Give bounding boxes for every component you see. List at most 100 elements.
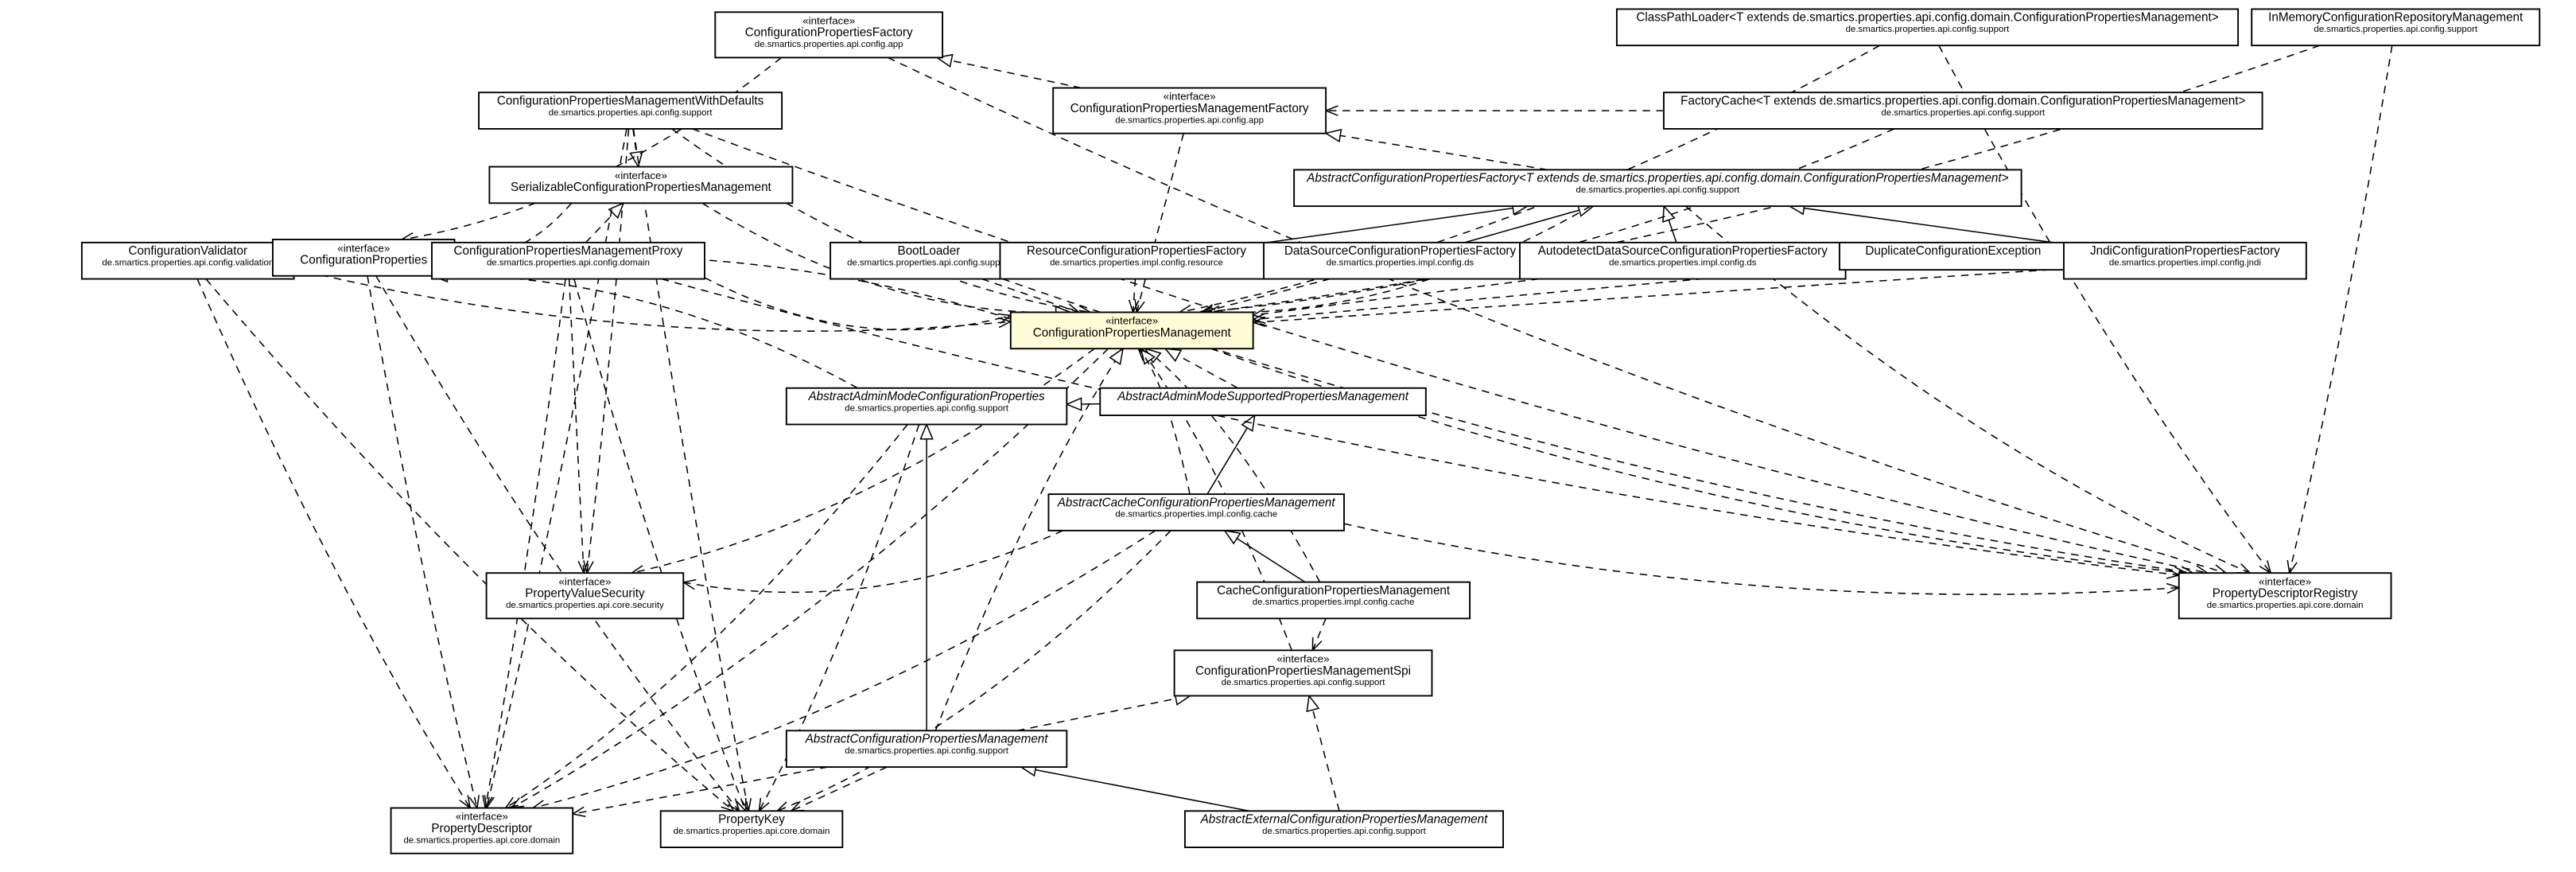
- package: de.smartics.properties.api.config.app: [1115, 115, 1264, 125]
- edge: [1207, 415, 1255, 494]
- class-name: DuplicateConfigurationException: [1865, 244, 2041, 258]
- class-cpmwd[interactable]: ConfigurationPropertiesManagementWithDef…: [479, 92, 782, 129]
- stereotype: «interface»: [615, 169, 667, 181]
- edge: [1211, 348, 2186, 573]
- class-scpm[interactable]: «interface»SerializableConfigurationProp…: [489, 167, 792, 204]
- class-name: PropertyValueSecurity: [525, 587, 645, 601]
- class-cpmf[interactable]: «interface»ConfigurationPropertiesManage…: [1053, 88, 1326, 134]
- package: de.smartics.properties.impl.config.ds: [1327, 258, 1474, 267]
- stereotype: «interface»: [802, 14, 855, 26]
- class-name: SerializableConfigurationPropertiesManag…: [511, 181, 771, 194]
- package: de.smartics.properties.impl.config.cache: [1253, 598, 1415, 607]
- edge: [569, 279, 584, 574]
- edge: [585, 203, 624, 243]
- class-name: InMemoryConfigurationRepositoryManagemen…: [2268, 11, 2524, 25]
- class-name: BootLoader: [898, 244, 961, 258]
- edge: [367, 276, 477, 808]
- package: de.smartics.properties.api.config.suppor…: [847, 258, 1012, 267]
- edge: [1225, 531, 1305, 582]
- class-cp[interactable]: «interface»ConfigurationProperties: [273, 239, 455, 276]
- package: de.smartics.properties.api.config.app: [755, 40, 903, 49]
- class-cpf[interactable]: «interface»ConfigurationPropertiesFactor…: [715, 12, 942, 57]
- class-aamcp[interactable]: AbstractAdminModeConfigurationProperties…: [787, 388, 1067, 425]
- class-pvs[interactable]: «interface»PropertyValueSecurityde.smart…: [487, 573, 684, 618]
- edge: [683, 531, 1063, 593]
- edge: [1309, 696, 1339, 812]
- package: de.smartics.properties.api.core.domain: [2207, 601, 2364, 610]
- class-dscpf[interactable]: DataSourceConfigurationPropertiesFactory…: [1264, 243, 1537, 279]
- class-name: AbstractAdminModeConfigurationProperties: [807, 390, 1045, 403]
- class-name: ConfigurationPropertiesManagement: [1033, 326, 1232, 340]
- package: de.smartics.properties.api.config.valida…: [102, 258, 274, 267]
- class-pdr[interactable]: «interface»PropertyDescriptorRegistryde.…: [2179, 573, 2391, 618]
- class-name: ResourceConfigurationPropertiesFactory: [1027, 244, 1246, 258]
- class-fc[interactable]: FactoryCache<T extends de.smartics.prope…: [1664, 92, 2263, 129]
- edge: [487, 129, 627, 808]
- edge: [197, 279, 470, 808]
- class-name: AbstractConfigurationPropertiesFactory<T…: [1306, 172, 2008, 185]
- package: de.smartics.properties.api.config.suppor…: [845, 746, 1009, 756]
- package: de.smartics.properties.impl.config.resou…: [1050, 258, 1223, 267]
- edge: [631, 348, 1094, 573]
- class-name: ConfigurationValidator: [128, 244, 247, 258]
- stereotype: «interface»: [1277, 653, 1330, 665]
- class-dce[interactable]: DuplicateConfigurationException: [1840, 243, 2067, 270]
- edge: [1267, 206, 1528, 243]
- class-name: ConfigurationPropertiesManagementFactory: [1070, 102, 1309, 115]
- package: de.smartics.properties.api.config.suppor…: [1846, 25, 2011, 34]
- stereotype: «interface»: [2259, 575, 2311, 587]
- class-name: PropertyDescriptorRegistry: [2213, 587, 2358, 601]
- class-ccpm[interactable]: CacheConfigurationPropertiesManagementde…: [1197, 582, 1470, 619]
- edge: [705, 278, 1011, 330]
- edge: [777, 531, 1171, 811]
- class-name: AutodetectDataSourceConfigurationPropert…: [1538, 244, 1828, 258]
- class-pk[interactable]: PropertyKeyde.smartics.properties.api.co…: [661, 811, 843, 847]
- class-cpmp[interactable]: ConfigurationPropertiesManagementProxyde…: [432, 243, 705, 279]
- class-name: ConfigurationPropertiesManagementProxy: [454, 244, 683, 258]
- class-aamspm[interactable]: AbstractAdminModeSupportedPropertiesMana…: [1100, 388, 1426, 415]
- edge: [1464, 206, 1593, 243]
- package: de.smartics.properties.api.config.domain: [487, 258, 650, 267]
- class-cpms[interactable]: «interface»ConfigurationPropertiesManage…: [1175, 650, 1432, 695]
- package: de.smartics.properties.impl.config.jndi: [2109, 258, 2261, 267]
- class-imcrm[interactable]: InMemoryConfigurationRepositoryManagemen…: [2252, 9, 2539, 45]
- class-name: AbstractCacheConfigurationPropertiesMana…: [1057, 496, 1336, 509]
- class-acpf[interactable]: AbstractConfigurationPropertiesFactory<T…: [1294, 169, 2022, 206]
- edge: [1136, 134, 1183, 313]
- package: de.smartics.properties.api.config.suppor…: [2314, 25, 2478, 34]
- class-adscpf[interactable]: AutodetectDataSourceConfigurationPropert…: [1520, 243, 1846, 279]
- class-name: PropertyKey: [718, 813, 785, 827]
- class-cv[interactable]: ConfigurationValidatorde.smartics.proper…: [82, 243, 294, 279]
- edge: [402, 57, 781, 239]
- class-name: FactoryCache<T extends de.smartics.prope…: [1680, 94, 2245, 107]
- package: de.smartics.properties.impl.config.cache: [1115, 510, 1277, 520]
- class-rcpf[interactable]: ResourceConfigurationPropertiesFactoryde…: [1000, 243, 1272, 279]
- edge: [1664, 206, 1677, 243]
- class-name: AbstractConfigurationPropertiesManagemen…: [805, 733, 1049, 746]
- class-name: ConfigurationPropertiesFactory: [745, 26, 913, 40]
- edge: [1067, 404, 1100, 405]
- edge: [2290, 45, 2392, 573]
- class-cpl[interactable]: ClassPathLoader<T extends de.smartics.pr…: [1617, 9, 2238, 45]
- class-bl[interactable]: BootLoaderde.smartics.properties.api.con…: [830, 243, 1028, 279]
- edge: [982, 279, 1079, 313]
- class-cpm[interactable]: «interface»ConfigurationPropertiesManage…: [1011, 312, 1253, 348]
- package: de.smartics.properties.api.config.suppor…: [845, 403, 1009, 413]
- package: de.smartics.properties.api.config.suppor…: [549, 108, 713, 118]
- package: de.smartics.properties.impl.config.ds: [1609, 258, 1757, 267]
- edge: [1326, 133, 1548, 169]
- class-jcpf[interactable]: JndiConfigurationPropertiesFactoryde.sma…: [2064, 243, 2306, 279]
- stereotype: «interface»: [1164, 91, 1216, 103]
- edge: [574, 279, 746, 812]
- class-accpm[interactable]: AbstractCacheConfigurationPropertiesMana…: [1048, 494, 1344, 531]
- class-pd[interactable]: «interface»PropertyDescriptorde.smartics…: [391, 808, 573, 854]
- class-name: ClassPathLoader<T extends de.smartics.pr…: [1636, 11, 2218, 25]
- edge: [662, 279, 2179, 575]
- class-name: CacheConfigurationPropertiesManagement: [1217, 584, 1451, 598]
- edge: [672, 129, 1090, 313]
- class-acpm[interactable]: AbstractConfigurationPropertiesManagemen…: [787, 730, 1067, 767]
- edge: [433, 276, 857, 388]
- stereotype: «interface»: [1105, 315, 1158, 327]
- package: de.smartics.properties.api.core.domain: [403, 835, 560, 845]
- class-aecpm[interactable]: AbstractExternalConfigurationPropertiesM…: [1185, 811, 1503, 847]
